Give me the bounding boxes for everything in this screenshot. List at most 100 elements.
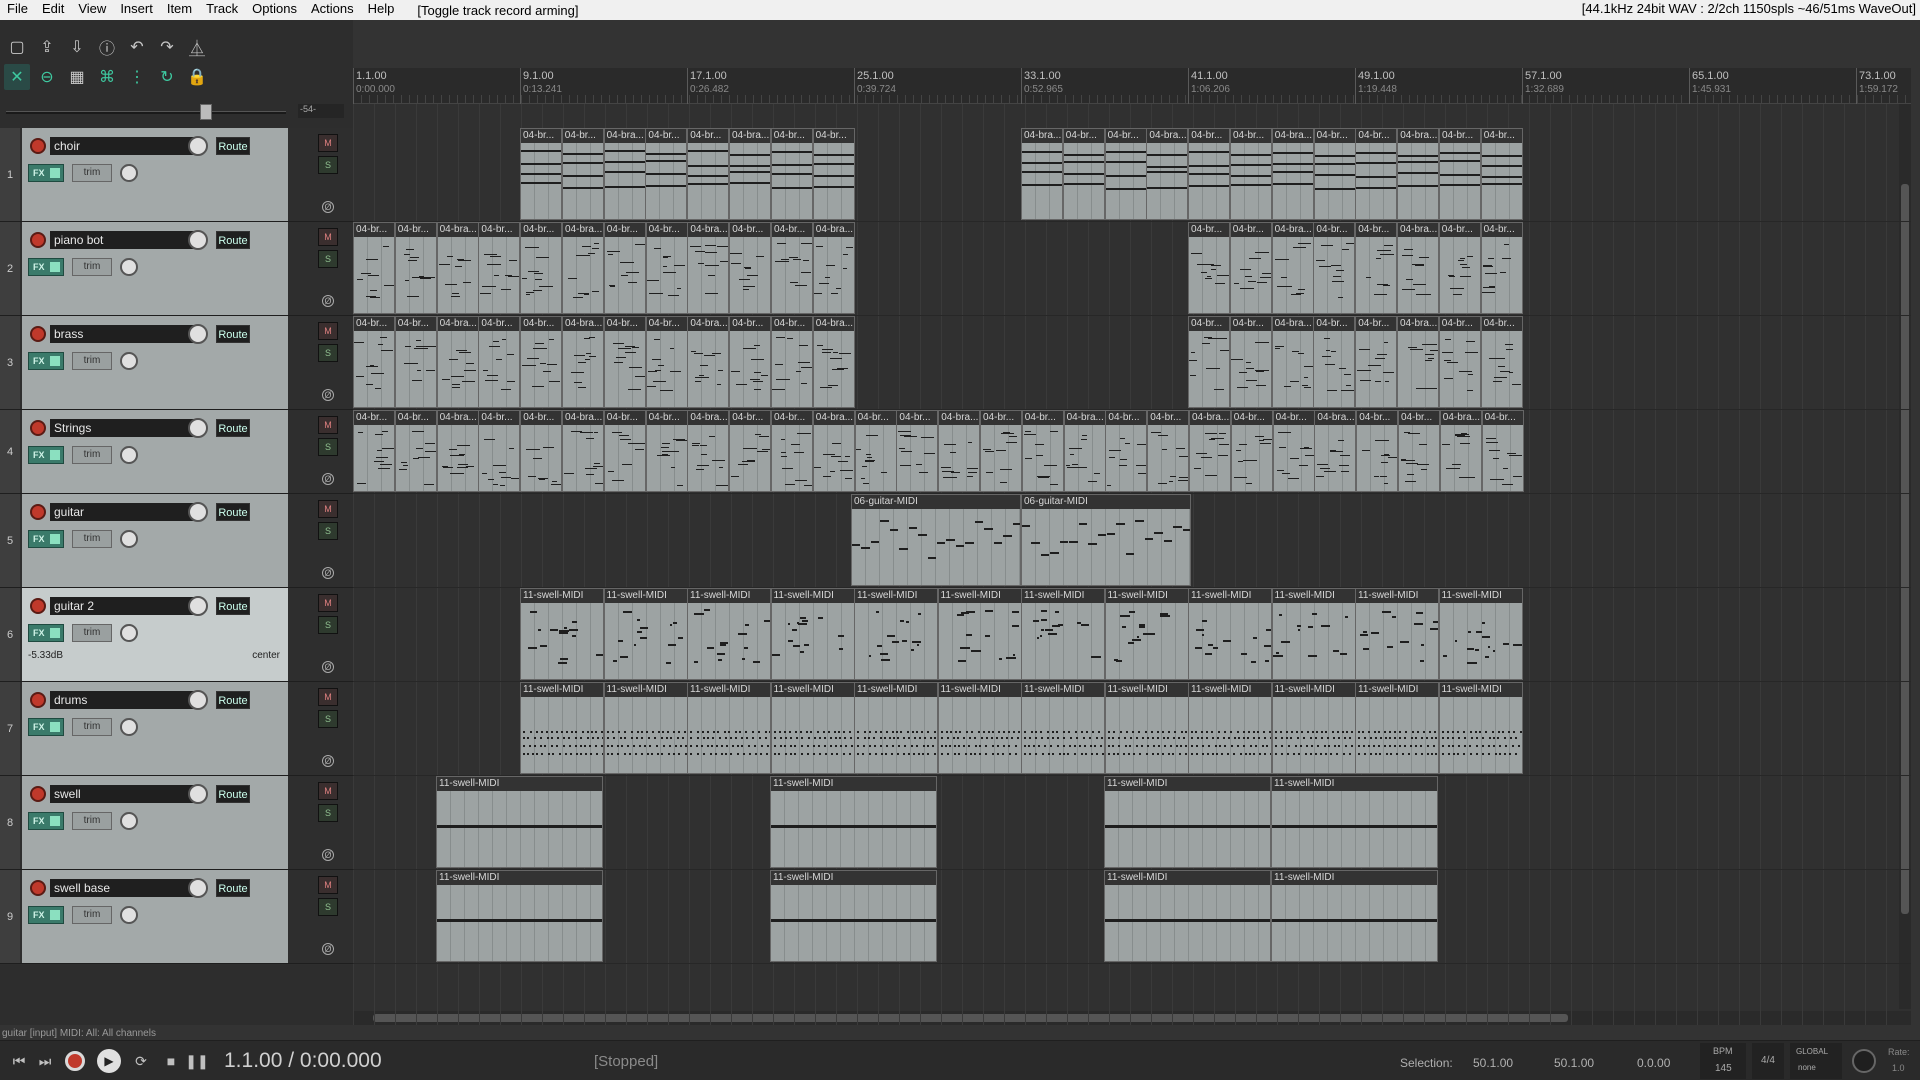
route-button[interactable]: Route	[216, 137, 250, 155]
pan-knob[interactable]	[120, 624, 138, 642]
media-item[interactable]: 04-br...	[771, 410, 813, 492]
volume-knob[interactable]	[188, 502, 208, 522]
mute-button[interactable]: M	[318, 416, 338, 434]
redo-icon[interactable]: ↷	[154, 34, 180, 60]
route-button[interactable]: Route	[216, 503, 250, 521]
media-item[interactable]: 04-br...	[645, 222, 688, 314]
media-item[interactable]: 04-br...	[771, 222, 813, 314]
media-item[interactable]: 04-br...	[394, 410, 437, 492]
media-item[interactable]: 11-swell-MIDI	[770, 682, 855, 774]
record-arm-icon[interactable]	[30, 326, 46, 342]
menu-track[interactable]: Track	[199, 0, 245, 20]
media-item[interactable]: 04-br...	[1355, 128, 1398, 220]
track-number[interactable]: 4	[0, 410, 20, 493]
media-item[interactable]: 04-br...	[1480, 222, 1523, 314]
mute-button[interactable]: M	[318, 594, 338, 612]
project-info-icon[interactable]: ⓘ	[94, 34, 120, 60]
track-row[interactable]: 5 guitar Route FX trim M S Ø	[0, 494, 353, 588]
media-item[interactable]: 04-br...	[1229, 222, 1272, 314]
go-to-start-icon[interactable]: ⏮	[6, 1049, 32, 1073]
media-item[interactable]: 11-swell-MIDI	[937, 588, 1022, 680]
fx-button[interactable]: FX	[28, 530, 64, 548]
track-row[interactable]: 7 drums Route FX trim M S Ø	[0, 682, 353, 776]
media-item[interactable]: 04-br...	[1229, 316, 1272, 408]
menu-view[interactable]: View	[71, 0, 113, 20]
media-item[interactable]: 11-swell-MIDI	[520, 588, 604, 680]
media-item[interactable]: 04-br...	[687, 128, 730, 220]
repeat-icon[interactable]: ⟳	[128, 1049, 154, 1073]
media-item[interactable]: 04-br...	[1438, 222, 1481, 314]
media-item[interactable]: 04-br...	[1230, 410, 1273, 492]
media-item[interactable]: 11-swell-MIDI	[436, 870, 603, 962]
route-button[interactable]: Route	[216, 879, 250, 897]
new-project-icon[interactable]: ▢	[4, 34, 30, 60]
pause-icon[interactable]: ❚❚	[184, 1049, 210, 1073]
trim-button[interactable]: trim	[72, 624, 112, 642]
media-item[interactable]: 04-bra...	[1063, 410, 1106, 492]
pan-knob[interactable]	[120, 164, 138, 182]
media-item[interactable]: 11-swell-MIDI	[1355, 588, 1439, 680]
media-item[interactable]: 11-swell-MIDI	[687, 682, 771, 774]
track-panel[interactable]: brass Route FX trim	[22, 316, 288, 409]
media-item[interactable]: 06-guitar-MIDI	[851, 494, 1021, 586]
volume-knob[interactable]	[188, 878, 208, 898]
media-item[interactable]: 11-swell-MIDI	[1021, 682, 1105, 774]
media-item[interactable]: 04-br...	[729, 222, 772, 314]
record-arm-icon[interactable]	[30, 232, 46, 248]
media-item[interactable]: 04-br...	[520, 410, 563, 492]
track-number[interactable]: 6	[0, 588, 20, 681]
phase-invert-icon[interactable]: Ø	[322, 755, 334, 767]
phase-invert-icon[interactable]: Ø	[322, 567, 334, 579]
track-panel[interactable]: choir Route FX trim	[22, 128, 288, 221]
media-item[interactable]: 04-br...	[729, 316, 772, 408]
mute-button[interactable]: M	[318, 782, 338, 800]
track-name[interactable]: drums	[50, 691, 195, 709]
fx-button[interactable]: FX	[28, 906, 64, 924]
track-panel[interactable]: swell Route FX trim	[22, 776, 288, 869]
playrate-knob[interactable]	[1852, 1049, 1876, 1073]
media-item[interactable]: 04-br...	[729, 410, 772, 492]
track-name[interactable]: choir	[50, 137, 195, 155]
media-item[interactable]: 04-br...	[520, 128, 562, 220]
tcp-empty-area[interactable]	[0, 965, 353, 1025]
pan-knob[interactable]	[120, 906, 138, 924]
media-item[interactable]: 11-swell-MIDI	[1271, 588, 1356, 680]
phase-invert-icon[interactable]: Ø	[322, 295, 334, 307]
selection-start[interactable]: 50.1.00	[1473, 1056, 1513, 1070]
media-item[interactable]: 04-br...	[561, 128, 604, 220]
media-item[interactable]: 11-swell-MIDI	[1355, 682, 1439, 774]
route-button[interactable]: Route	[216, 419, 250, 437]
selection-length[interactable]: 0.0.00	[1637, 1056, 1670, 1070]
playrate-box[interactable]: Rate: 1.0	[1886, 1045, 1916, 1077]
media-item[interactable]: 04-bra...	[812, 222, 855, 314]
trim-button[interactable]: trim	[72, 164, 112, 182]
media-item[interactable]: 04-br...	[478, 316, 521, 408]
track-row[interactable]: 1 choir Route FX trim M S Ø	[0, 128, 353, 222]
media-item[interactable]: 04-br...	[1272, 410, 1315, 492]
media-item[interactable]: 11-swell-MIDI	[937, 682, 1022, 774]
fx-button[interactable]: FX	[28, 718, 64, 736]
track-row[interactable]: 8 swell Route FX trim M S Ø	[0, 776, 353, 870]
media-item[interactable]: 04-br...	[854, 410, 897, 492]
menu-insert[interactable]: Insert	[113, 0, 160, 20]
route-button[interactable]: Route	[216, 231, 250, 249]
media-item[interactable]: 04-bra...	[1271, 316, 1314, 408]
save-project-icon[interactable]: ⇩	[64, 34, 90, 60]
media-item[interactable]: 04-bra...	[1397, 316, 1439, 408]
media-item[interactable]: 11-swell-MIDI	[770, 776, 937, 868]
media-item[interactable]: 04-bra...	[436, 410, 479, 492]
volume-knob[interactable]	[188, 784, 208, 804]
phase-invert-icon[interactable]: Ø	[322, 943, 334, 955]
media-item[interactable]: 11-swell-MIDI	[603, 682, 688, 774]
pan-knob[interactable]	[120, 258, 138, 276]
master-volume-fader[interactable]	[6, 111, 286, 114]
media-item[interactable]: 04-br...	[1021, 410, 1064, 492]
menu-item[interactable]: Item	[160, 0, 199, 20]
trim-button[interactable]: trim	[72, 718, 112, 736]
media-item[interactable]: 11-swell-MIDI	[1438, 588, 1523, 680]
media-item[interactable]: 11-swell-MIDI	[1438, 682, 1523, 774]
media-item[interactable]: 11-swell-MIDI	[1271, 682, 1356, 774]
media-item[interactable]: 04-br...	[1188, 222, 1230, 314]
horizontal-scrollbar[interactable]	[353, 1011, 1911, 1025]
item-grouping-icon[interactable]: ⊖	[34, 64, 60, 90]
